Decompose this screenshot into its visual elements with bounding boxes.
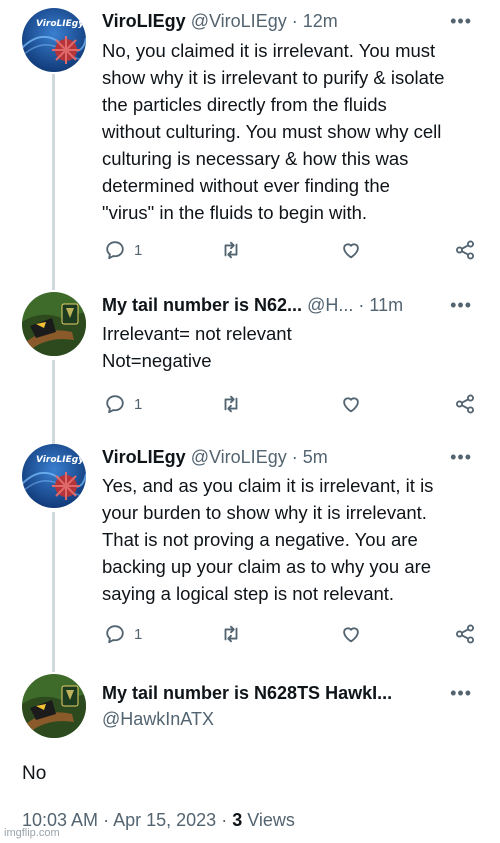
like-button[interactable]: [340, 237, 362, 263]
tweet-text: Yes, and as you claim it is irrelevant, …: [102, 475, 434, 604]
reply-button[interactable]: 1: [104, 237, 142, 263]
avatar-virolieegy[interactable]: ViroLIEgy: [22, 8, 86, 72]
reply-icon: [104, 239, 126, 261]
tweet-meta: 10:03 AM · Apr 15, 2023 · 3 Views: [22, 810, 295, 830]
share-icon: [454, 623, 476, 645]
retweet-button[interactable]: [220, 237, 242, 263]
reply-count: 1: [134, 625, 143, 643]
tweet-time[interactable]: 11m: [369, 295, 403, 315]
share-button[interactable]: [454, 621, 476, 647]
author-name[interactable]: My tail number is N628TS HawkI...: [102, 683, 392, 703]
tweet-header: ViroLIEgy @ViroLIEgy · 5m •••: [102, 444, 472, 470]
tweet-text: Irrelevant= not relevant Not=negative: [102, 323, 292, 371]
more-icon[interactable]: •••: [450, 292, 472, 318]
watermark: imgflip.com: [4, 827, 60, 839]
retweet-icon: [220, 393, 242, 415]
main-tweet-text: No: [22, 763, 47, 784]
avatar-hawkinatx[interactable]: [22, 674, 86, 738]
reply-icon: [104, 623, 126, 645]
like-icon: [340, 393, 362, 415]
more-icon[interactable]: •••: [450, 444, 472, 470]
more-icon[interactable]: •••: [450, 8, 472, 34]
like-icon: [340, 239, 362, 261]
retweet-button[interactable]: [220, 391, 242, 417]
svg-text:ViroLIEgy: ViroLIEgy: [36, 455, 85, 465]
avatar-virolieegy[interactable]: ViroLIEgy: [22, 444, 86, 508]
tweet-time[interactable]: 12m: [303, 11, 338, 31]
reply-icon: [104, 393, 126, 415]
share-icon: [454, 393, 476, 415]
avatar-hawkinatx[interactable]: [22, 292, 86, 356]
retweet-button[interactable]: [220, 621, 242, 647]
author-name[interactable]: My tail number is N62...: [102, 295, 302, 315]
share-button[interactable]: [454, 391, 476, 417]
like-button[interactable]: [340, 391, 362, 417]
tweet-actions: 1: [102, 621, 477, 647]
more-icon[interactable]: •••: [450, 680, 472, 706]
tweet-header: My tail number is N62... @H... · 11m •••: [102, 292, 472, 318]
retweet-icon: [220, 239, 242, 261]
share-button[interactable]: [454, 237, 476, 263]
tweet-header: ViroLIEgy @ViroLIEgy · 12m •••: [102, 8, 472, 34]
author-handle[interactable]: @ViroLIEgy: [191, 447, 287, 467]
author-handle[interactable]: @H...: [307, 295, 353, 315]
tweet-header: My tail number is N628TS HawkI... •••: [102, 680, 472, 706]
reply-count: 1: [134, 395, 143, 413]
tweet-date[interactable]: Apr 15, 2023: [113, 810, 216, 830]
retweet-icon: [220, 623, 242, 645]
tweet-text: No, you claimed it is irrelevant. You mu…: [102, 40, 445, 223]
author-name[interactable]: ViroLIEgy: [102, 447, 186, 467]
views-count: 3: [232, 810, 243, 830]
author-handle[interactable]: @HawkInATX: [102, 709, 214, 729]
like-icon: [340, 623, 362, 645]
tweet-actions: 1: [102, 237, 477, 263]
views-label: Views: [247, 810, 295, 830]
tweet-time[interactable]: 5m: [303, 447, 328, 467]
thread-line: [52, 74, 55, 290]
author-handle-row: @HawkInATX: [102, 706, 472, 732]
svg-text:ViroLIEgy: ViroLIEgy: [36, 19, 85, 29]
tweet-actions: 1: [102, 391, 477, 417]
author-handle[interactable]: @ViroLIEgy: [191, 11, 287, 31]
like-button[interactable]: [340, 621, 362, 647]
author-name[interactable]: ViroLIEgy: [102, 11, 186, 31]
thread-line: [52, 512, 55, 672]
reply-count: 1: [134, 241, 143, 259]
reply-button[interactable]: 1: [104, 621, 142, 647]
reply-button[interactable]: 1: [104, 391, 142, 417]
share-icon: [454, 239, 476, 261]
thread-line: [52, 360, 55, 444]
